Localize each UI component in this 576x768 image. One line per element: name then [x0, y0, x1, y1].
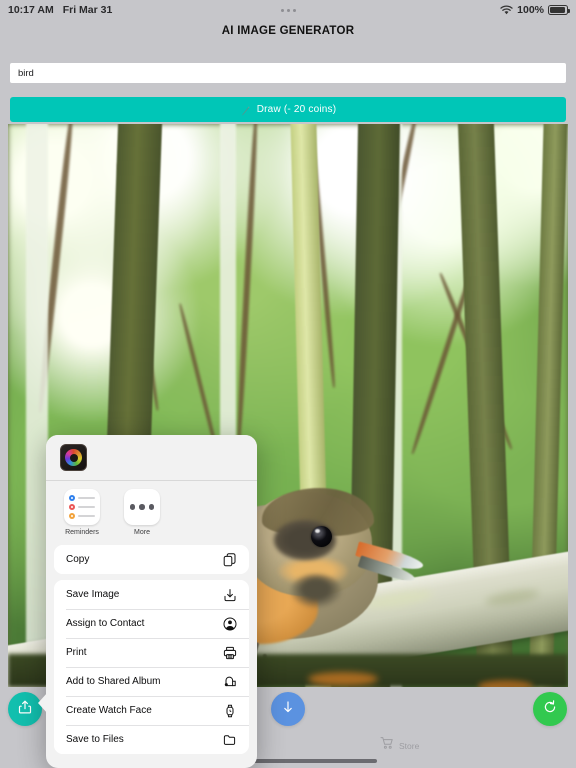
menu-item-label: Copy	[66, 554, 90, 565]
ai-image-generator-app-icon	[60, 444, 87, 471]
share-menu-group-copy: Copy	[54, 545, 249, 574]
share-sheet: Reminders More Copy Save Image Assign to…	[46, 435, 257, 768]
status-date: Fri Mar 31	[62, 4, 113, 16]
battery-full-icon	[548, 5, 570, 15]
menu-item-assign-to-contact[interactable]: Assign to Contact	[54, 609, 249, 638]
draw-button-label: Draw (- 20 coins)	[256, 104, 337, 115]
share-sheet-header	[46, 435, 257, 481]
share-menu-group-actions: Save Image Assign to Contact Print Add t…	[54, 580, 249, 754]
menu-item-copy[interactable]: Copy	[54, 545, 249, 574]
menu-item-label: Assign to Contact	[66, 618, 145, 629]
share-target-label: Reminders	[65, 529, 99, 536]
share-button[interactable]	[8, 692, 42, 726]
menu-item-label: Add to Shared Album	[66, 676, 161, 687]
menu-item-create-watch-face[interactable]: Create Watch Face	[54, 696, 249, 725]
draw-button[interactable]: Draw (- 20 coins)	[10, 97, 566, 122]
menu-item-label: Create Watch Face	[66, 705, 152, 716]
download-box-icon	[222, 587, 237, 602]
shopping-cart-icon	[380, 736, 394, 755]
reload-button[interactable]	[533, 692, 567, 726]
folder-icon	[222, 732, 237, 747]
shared-album-icon	[222, 674, 237, 689]
prompt-input[interactable]	[10, 63, 566, 83]
paintbrush-icon	[240, 104, 251, 116]
store-label: Store	[399, 740, 420, 751]
watch-icon	[222, 703, 237, 718]
share-targets-row: Reminders More	[46, 481, 257, 539]
menu-item-print[interactable]: Print	[54, 638, 249, 667]
three-dots-handle-icon	[280, 8, 296, 12]
menu-item-save-to-files[interactable]: Save to Files	[54, 725, 249, 754]
status-time: 10:17 AM	[8, 4, 54, 16]
menu-item-label: Print	[66, 647, 87, 658]
menu-item-label: Save to Files	[66, 734, 124, 745]
download-button[interactable]	[271, 692, 305, 726]
share-target-reminders[interactable]: Reminders	[60, 489, 104, 536]
menu-item-label: Save Image	[66, 589, 120, 600]
refresh-clockwise-icon	[542, 699, 558, 720]
more-dots-icon	[124, 489, 160, 525]
arrow-down-icon	[280, 699, 296, 720]
status-bar-right: 100%	[500, 4, 570, 16]
status-bar-left: 10:17 AM Fri Mar 31	[8, 4, 112, 16]
wifi-icon	[500, 5, 513, 15]
page-title: AI IMAGE GENERATOR	[221, 25, 355, 37]
printer-icon	[222, 645, 237, 660]
copy-icon	[222, 552, 237, 567]
reminders-icon	[64, 489, 100, 525]
menu-item-add-to-shared-album[interactable]: Add to Shared Album	[54, 667, 249, 696]
menu-item-save-image[interactable]: Save Image	[54, 580, 249, 609]
popup-caret	[38, 692, 48, 714]
store-link[interactable]: Store	[380, 736, 419, 755]
share-up-arrow-icon	[17, 699, 33, 720]
person-circle-icon	[222, 616, 237, 631]
share-target-label: More	[134, 529, 150, 536]
battery-percent-label: 100%	[517, 4, 544, 16]
share-target-more[interactable]: More	[120, 489, 164, 536]
status-bar: 10:17 AM Fri Mar 31 100%	[0, 0, 576, 20]
